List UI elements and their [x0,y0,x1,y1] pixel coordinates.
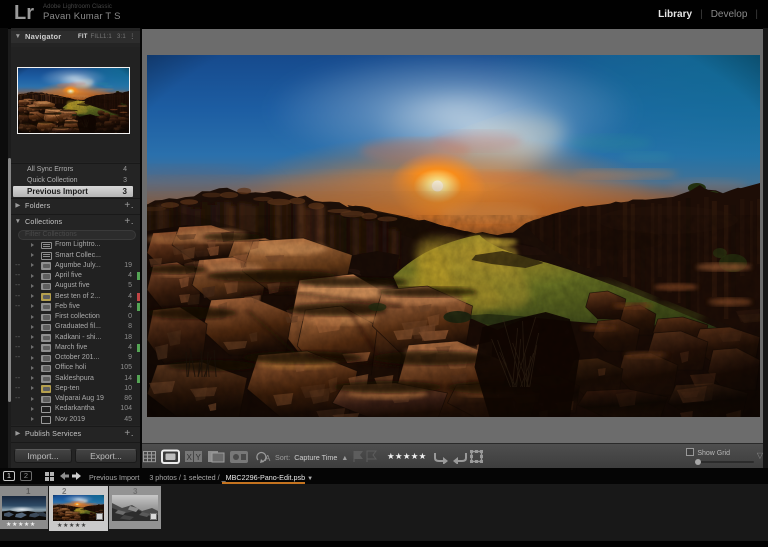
svg-text:X: X [187,453,193,462]
svg-text:Y: Y [196,453,202,462]
svg-text:A: A [265,454,271,463]
